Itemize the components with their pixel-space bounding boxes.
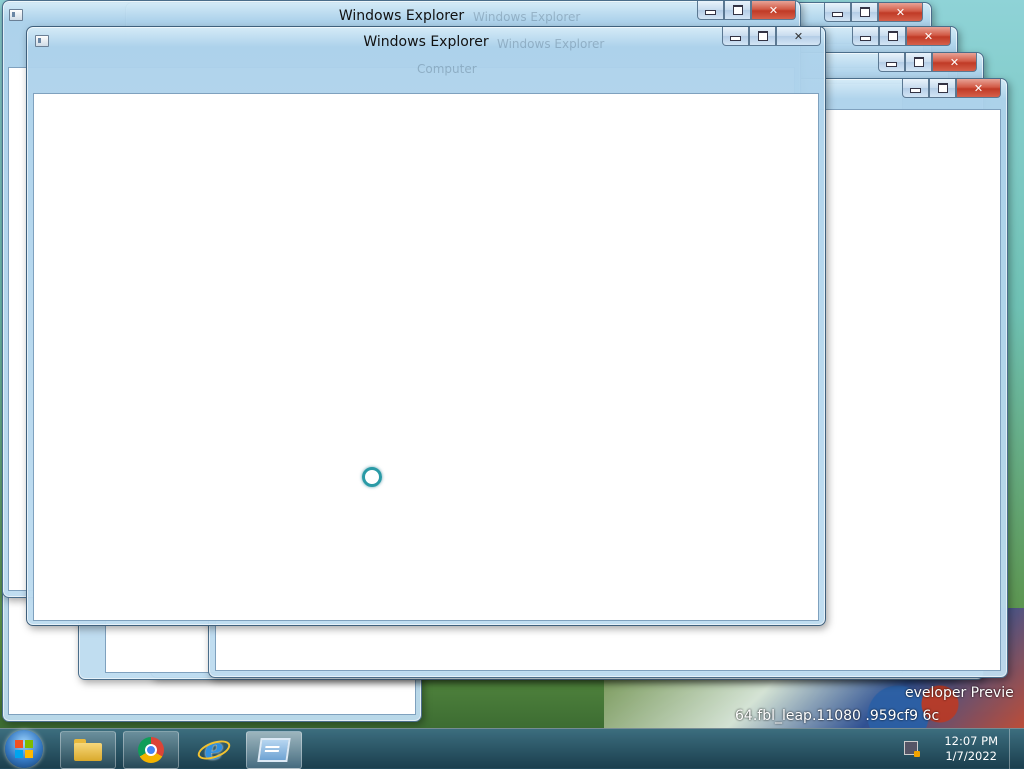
close-icon: ✕ [895, 5, 906, 19]
close-button[interactable]: ✕ [956, 79, 1001, 98]
window-controls: ✕ [722, 27, 821, 47]
maximize-icon [887, 31, 898, 41]
start-button[interactable] [5, 730, 43, 768]
minimize-button[interactable] [824, 3, 851, 22]
window-controls: ✕ [878, 53, 977, 73]
window-controls: ✕ [824, 3, 923, 23]
taskbar: e 12:07 PM 1/7/2022 [0, 728, 1024, 769]
close-icon: ✕ [768, 3, 779, 17]
close-button[interactable]: ✕ [776, 27, 821, 46]
clock-date: 1/7/2022 [945, 749, 997, 763]
ghost-title: Windows Explorer [497, 37, 605, 51]
minimize-icon [886, 62, 897, 67]
window-controls: ✕ [902, 79, 1001, 99]
chrome-icon [138, 737, 164, 763]
minimize-button[interactable] [902, 79, 929, 98]
maximize-button[interactable] [905, 53, 932, 72]
close-button[interactable]: ✕ [906, 27, 951, 46]
maximize-icon [859, 7, 870, 17]
close-button[interactable]: ✕ [932, 53, 977, 72]
close-icon: ✕ [793, 29, 804, 43]
desktop: eveloper Previe 64.fbl_leap.11080 .959cf… [0, 0, 1024, 728]
minimize-button[interactable] [878, 53, 905, 72]
window-controls: ✕ [852, 27, 951, 47]
maximize-button[interactable] [749, 27, 776, 46]
maximize-button[interactable] [851, 3, 878, 22]
window-controls: ✕ [697, 1, 796, 21]
taskbar-chrome-button[interactable] [123, 731, 179, 769]
window-title: Windows Explorer [338, 8, 465, 24]
show-desktop-button[interactable] [1009, 729, 1024, 769]
minimize-icon [860, 36, 871, 41]
minimize-icon [730, 36, 741, 41]
close-button[interactable]: ✕ [751, 1, 796, 20]
minimize-icon [910, 88, 921, 93]
maximize-icon [757, 31, 768, 41]
minimize-icon [705, 10, 716, 15]
explorer-window-icon [257, 738, 291, 762]
taskbar-explorer-button[interactable] [60, 731, 116, 769]
maximize-icon [913, 57, 924, 67]
close-icon: ✕ [973, 81, 984, 95]
maximize-button[interactable] [879, 27, 906, 46]
maximize-icon [937, 83, 948, 93]
watermark-line-2: 64.fbl_leap.11080 .959cf9 6c [735, 708, 940, 724]
busy-cursor-icon [362, 467, 382, 487]
minimize-button[interactable] [852, 27, 879, 46]
taskbar-window-switcher-button[interactable] [246, 731, 302, 769]
maximize-icon [732, 5, 743, 15]
ghost-title: Windows Explorer [473, 10, 581, 24]
maximize-button[interactable] [929, 79, 956, 98]
clock[interactable]: 12:07 PM 1/7/2022 [944, 734, 998, 764]
windows-logo-icon [15, 740, 33, 758]
taskbar-ie-button[interactable]: e [186, 731, 242, 769]
watermark-line-1: eveloper Previe [905, 685, 1014, 701]
close-icon: ✕ [923, 29, 934, 43]
close-button[interactable]: ✕ [878, 3, 923, 22]
folder-icon [74, 739, 102, 761]
network-icon[interactable] [904, 741, 920, 757]
minimize-icon [832, 12, 843, 17]
close-icon: ✕ [949, 55, 960, 69]
clock-time: 12:07 PM [944, 734, 998, 748]
window-client-area [33, 93, 819, 621]
explorer-window-front[interactable]: Windows Explorer Windows Explorer Comput… [26, 26, 826, 626]
minimize-button[interactable] [697, 1, 724, 20]
ghost-title: Computer [417, 62, 477, 76]
maximize-button[interactable] [724, 1, 751, 20]
window-title: Windows Explorer [363, 34, 489, 50]
minimize-button[interactable] [722, 27, 749, 46]
system-tray: 12:07 PM 1/7/2022 [904, 729, 1024, 769]
